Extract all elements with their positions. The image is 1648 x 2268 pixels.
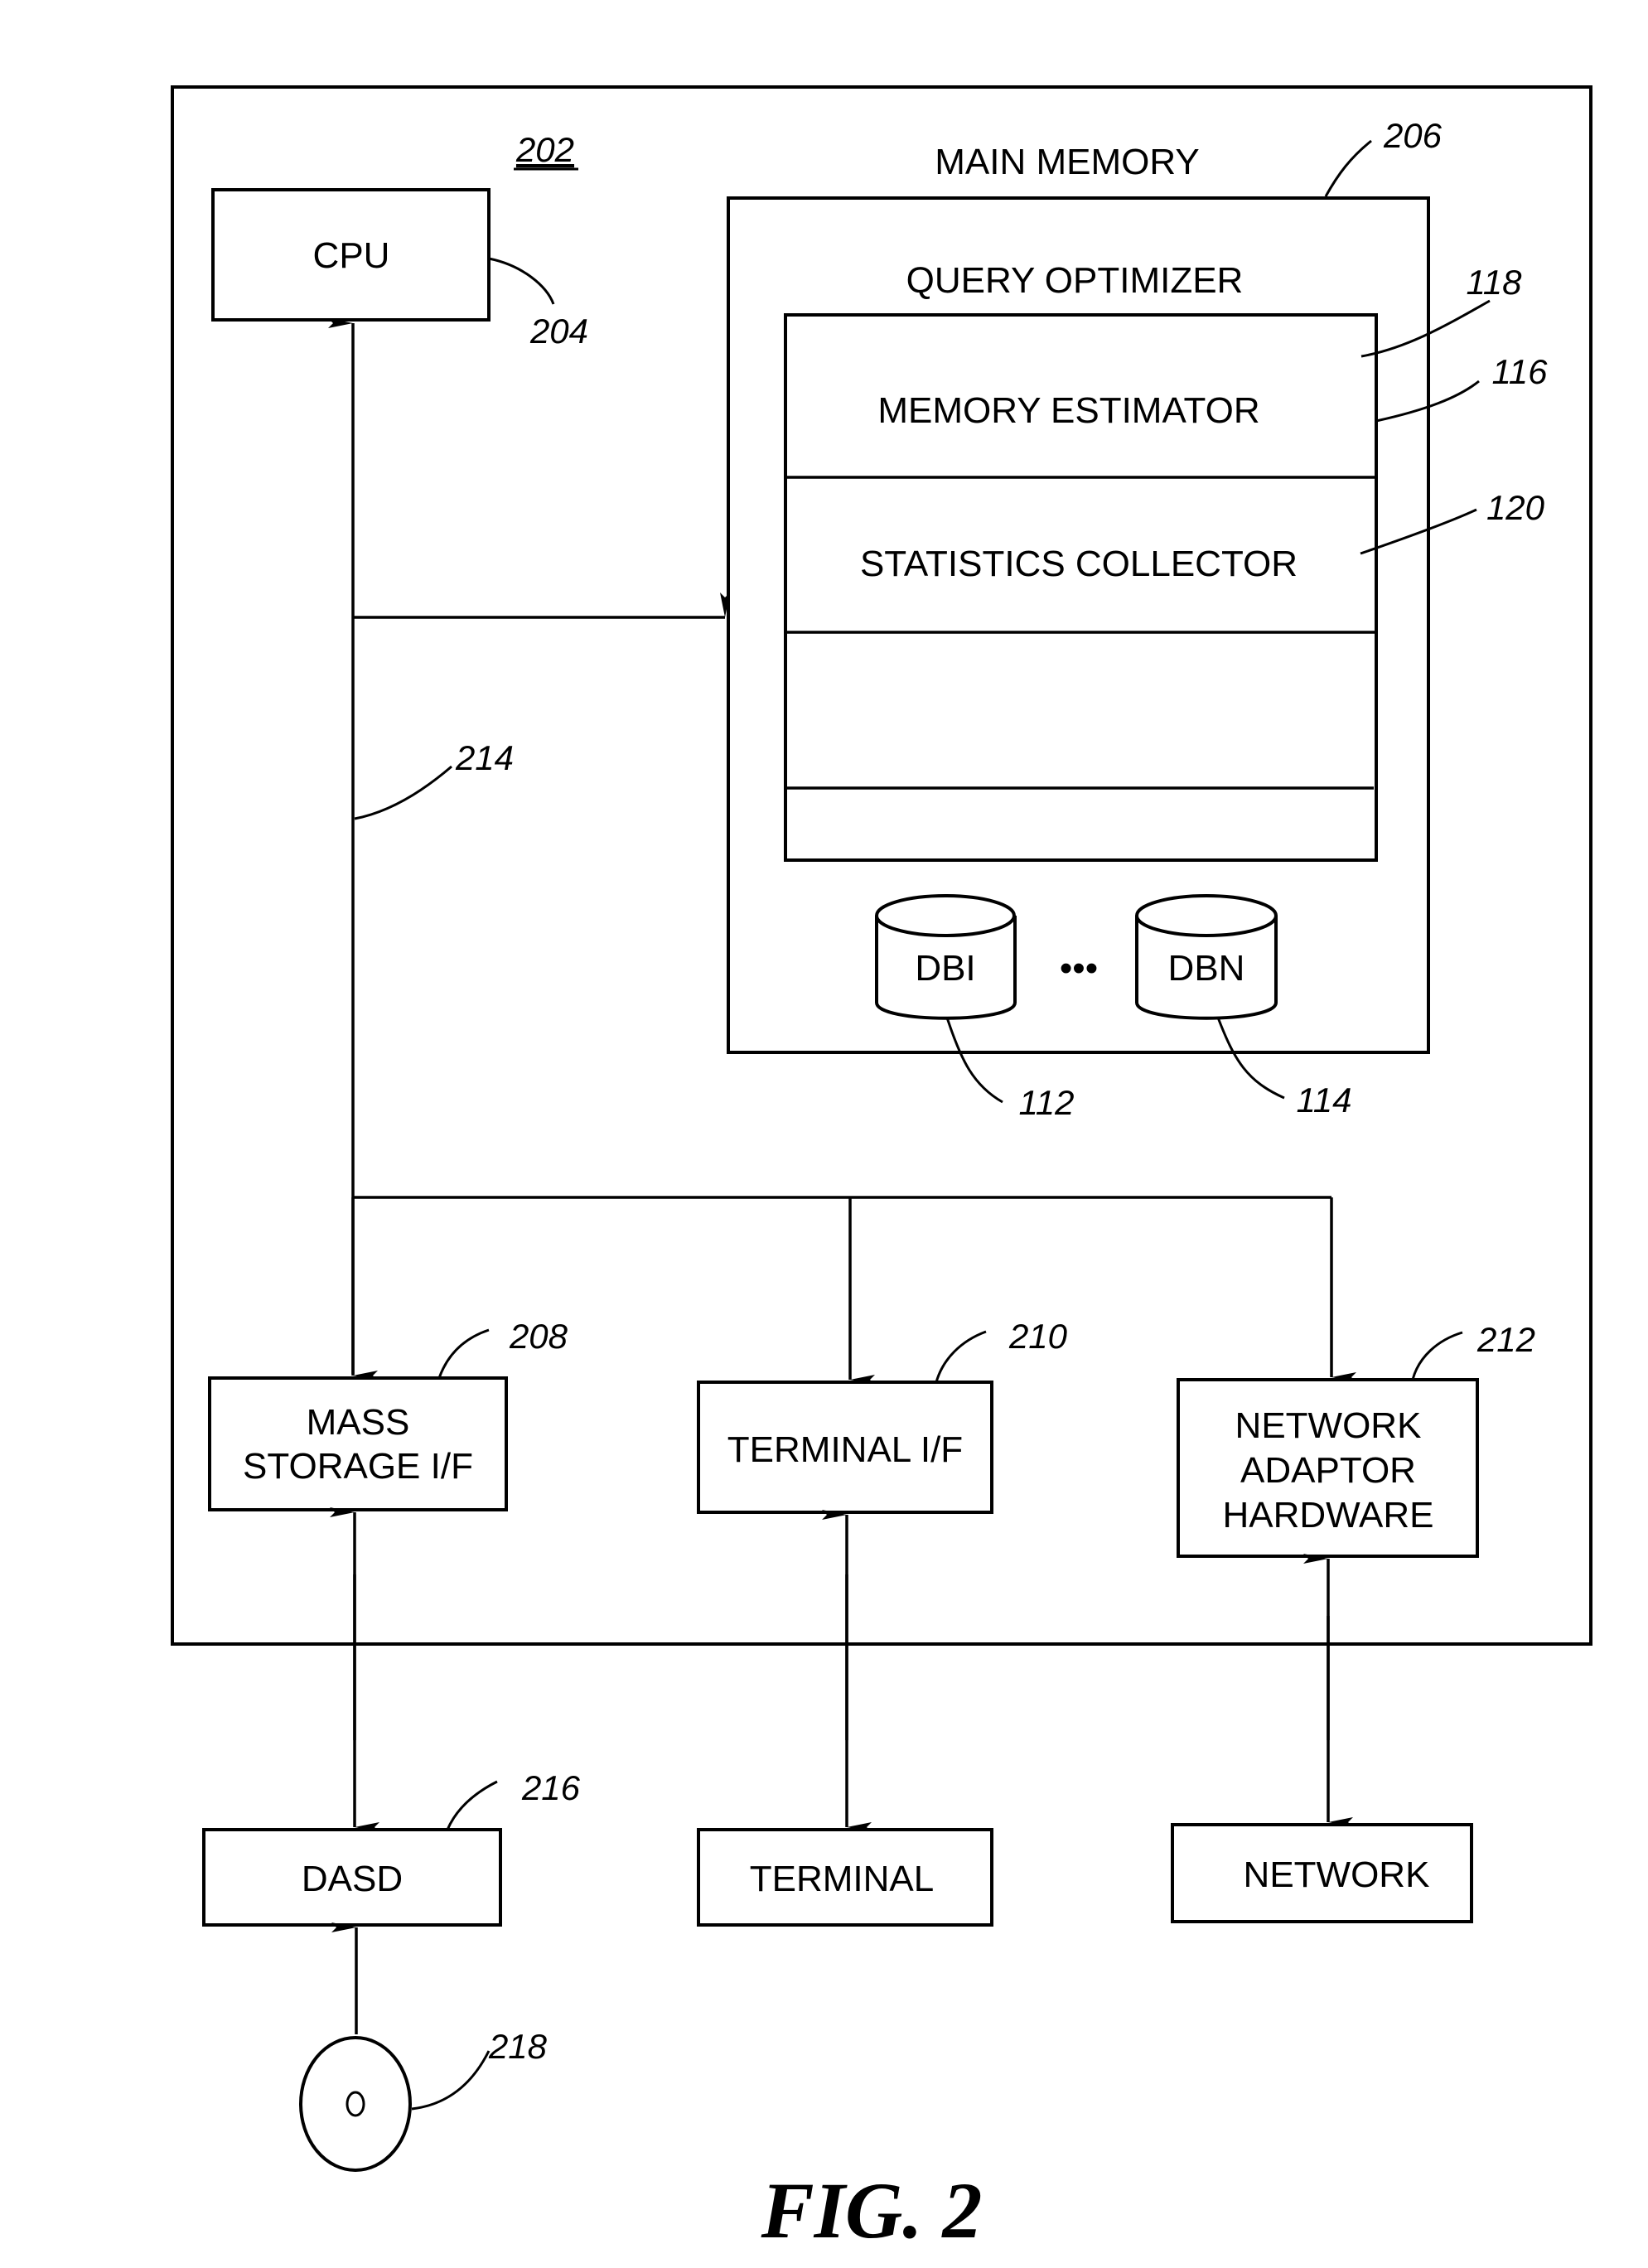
database-ellipsis: •••	[1060, 948, 1098, 989]
terminal-interface: TERMINAL I/F	[697, 1381, 993, 1514]
network-adaptor-label-line-2: ADAPTOR	[1240, 1450, 1416, 1491]
mass-storage-ref: 208	[509, 1317, 568, 1356]
dbi-ref: 112	[1019, 1083, 1075, 1122]
database-dbi: DBI	[875, 894, 1017, 1020]
dbn-label: DBN	[1168, 948, 1245, 989]
dasd-leader-line	[446, 1780, 498, 1830]
figure-caption: FIG. 2	[761, 2166, 983, 2255]
memory-estimator-ref: 118	[1467, 263, 1523, 302]
mass-storage-box	[208, 1376, 508, 1511]
disc-ref: 218	[488, 2027, 548, 2066]
cpu-label: CPU	[313, 235, 390, 276]
network-adaptor-hardware: NETWORK ADAPTOR HARDWARE	[1177, 1378, 1479, 1558]
query-optimizer-ref: 116	[1492, 352, 1549, 391]
network-adaptor-label-line-3: HARDWARE	[1222, 1495, 1433, 1535]
network-block: NETWORK	[1171, 1823, 1473, 1923]
dbn-cylinder-top	[1135, 894, 1278, 937]
dasd-ref: 216	[521, 1768, 581, 1807]
cpu-block: CPU	[211, 188, 491, 322]
main-memory-label: MAIN MEMORY	[935, 142, 1199, 182]
database-dbn: DBN	[1135, 894, 1278, 1020]
main-memory-ref: 206	[1383, 116, 1443, 155]
disc-outline	[299, 2036, 412, 2172]
bus-ref: 214	[455, 738, 514, 777]
terminal-if-label: TERMINAL I/F	[727, 1429, 963, 1470]
statistics-collector-label: STATISTICS COLLECTOR	[860, 544, 1298, 584]
network-adaptor-ref: 212	[1476, 1320, 1535, 1359]
dbn-ref: 114	[1297, 1081, 1352, 1119]
dasd-block: DASD	[202, 1828, 502, 1927]
network-adaptor-label-line-1: NETWORK	[1235, 1405, 1422, 1446]
terminal-if-ref: 210	[1008, 1317, 1068, 1356]
statistics-collector-ref: 120	[1486, 488, 1545, 527]
block-diagram: 202 CPU 204 MAIN MEMORY 206 QUERY OPTIMI…	[171, 85, 1592, 2255]
system-ref: 202	[515, 130, 574, 169]
dbi-label: DBI	[915, 948, 975, 989]
mass-storage-label-line-2: STORAGE I/F	[243, 1446, 473, 1487]
terminal-label: TERMINAL	[750, 1859, 934, 1899]
dasd-label: DASD	[302, 1859, 403, 1899]
cpu-ref: 204	[529, 312, 588, 351]
mass-storage-label-line-1: MASS	[307, 1402, 410, 1443]
terminal-block: TERMINAL	[697, 1828, 993, 1927]
dbi-cylinder-top	[875, 894, 1016, 937]
query-optimizer-label: QUERY OPTIMIZER	[906, 260, 1244, 301]
network-label: NETWORK	[1244, 1855, 1430, 1895]
mass-storage-interface: MASS STORAGE I/F	[208, 1376, 508, 1511]
disc-leader-line	[411, 2050, 491, 2111]
disc-icon	[299, 2036, 412, 2172]
memory-estimator-label: MEMORY ESTIMATOR	[877, 390, 1259, 431]
